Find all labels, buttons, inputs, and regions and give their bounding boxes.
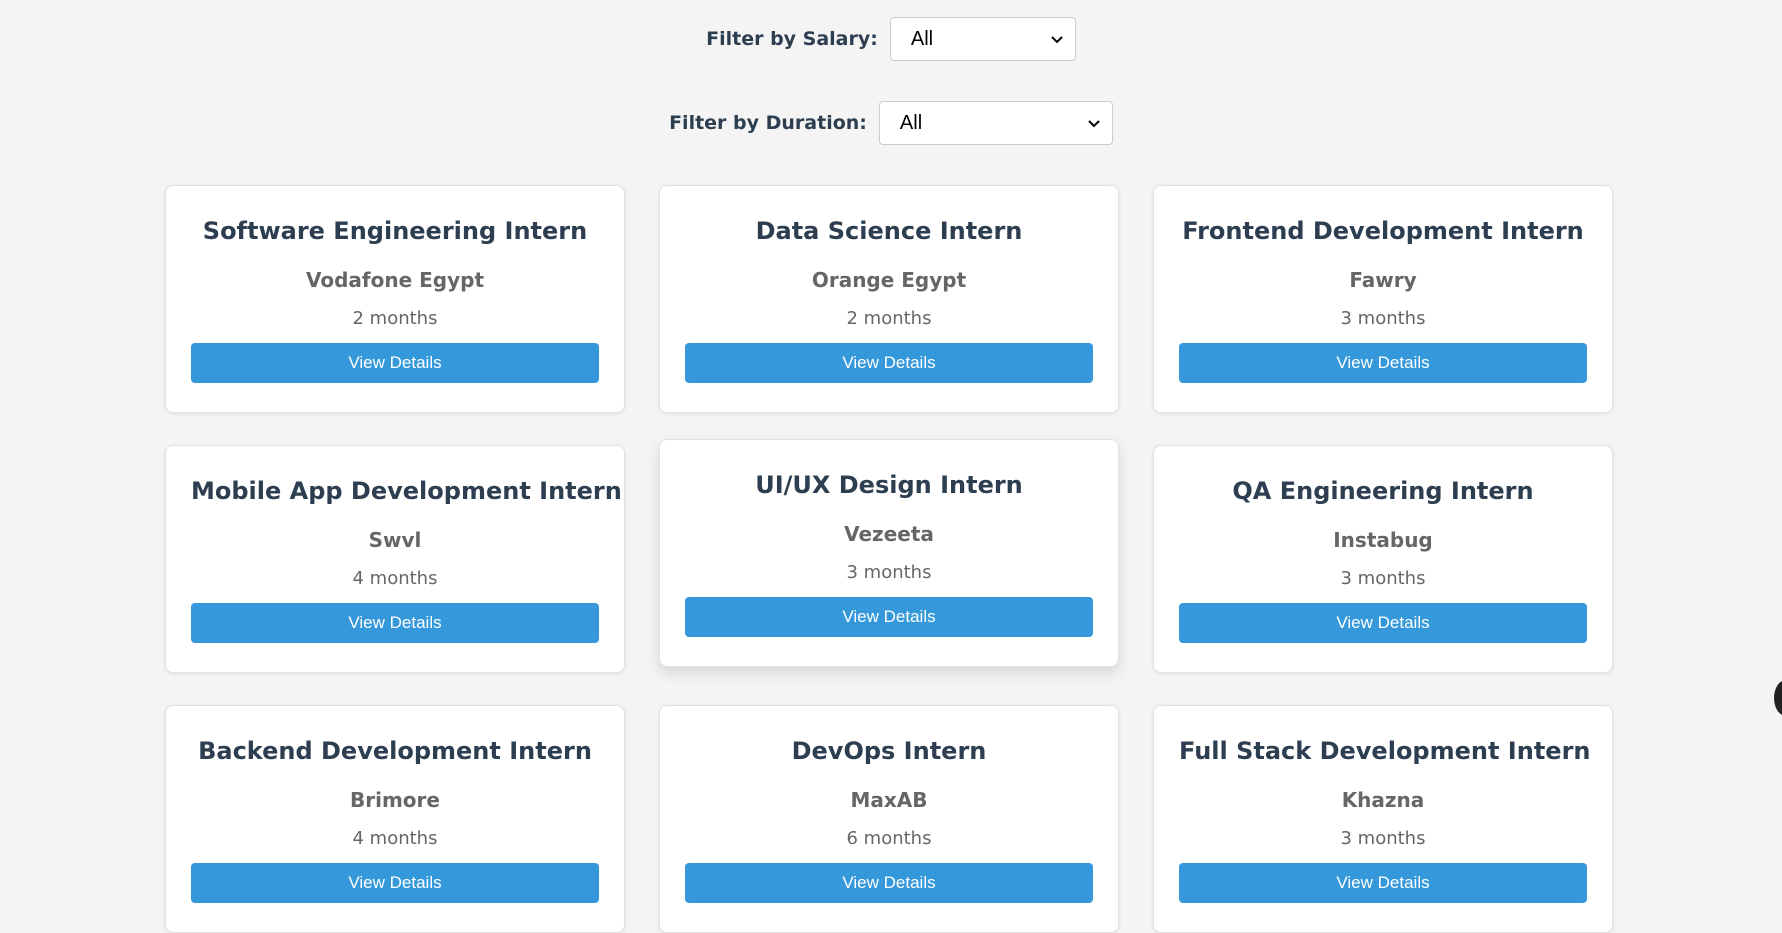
salary-select-value: All xyxy=(910,27,934,50)
internship-title: Mobile App Development Intern xyxy=(191,477,622,505)
view-details-button[interactable]: View Details xyxy=(191,603,599,643)
company-name: Khazna xyxy=(1341,788,1425,812)
internship-duration: 2 months xyxy=(352,308,438,329)
internship-duration: 3 months xyxy=(846,562,932,583)
internship-title: QA Engineering Intern xyxy=(1232,477,1534,505)
internship-duration: 2 months xyxy=(846,308,932,329)
internship-card: Backend Development Intern Brimore 4 mon… xyxy=(165,705,625,933)
view-details-button[interactable]: View Details xyxy=(1179,603,1587,643)
duration-select[interactable]: All xyxy=(878,101,1113,145)
internship-duration: 4 months xyxy=(352,828,438,849)
view-details-button[interactable]: View Details xyxy=(191,863,599,903)
internship-duration: 3 months xyxy=(1340,568,1426,589)
duration-filter-label: Filter by Duration: xyxy=(669,112,867,134)
salary-filter: Filter by Salary: All xyxy=(0,17,1782,61)
duration-select-value: All xyxy=(899,111,923,134)
company-name: Instabug xyxy=(1333,528,1433,552)
internship-card: Software Engineering Intern Vodafone Egy… xyxy=(165,185,625,413)
company-name: Fawry xyxy=(1349,268,1417,292)
chevron-down-icon xyxy=(1088,120,1100,128)
internship-card: Mobile App Development Intern Swvl 4 mon… xyxy=(165,445,625,673)
internship-card: DevOps Intern MaxAB 6 months View Detail… xyxy=(659,705,1119,933)
salary-select[interactable]: All xyxy=(889,17,1076,61)
view-details-button[interactable]: View Details xyxy=(685,597,1093,637)
floating-widget-handle[interactable] xyxy=(1774,680,1782,716)
internship-card: Full Stack Development Intern Khazna 3 m… xyxy=(1153,705,1613,933)
company-name: Orange Egypt xyxy=(811,268,967,292)
internship-card: Data Science Intern Orange Egypt 2 month… xyxy=(659,185,1119,413)
view-details-button[interactable]: View Details xyxy=(1179,863,1587,903)
internship-card: QA Engineering Intern Instabug 3 months … xyxy=(1153,445,1613,673)
internship-title: UI/UX Design Intern xyxy=(755,471,1023,499)
view-details-button[interactable]: View Details xyxy=(1179,343,1587,383)
internship-duration: 3 months xyxy=(1340,308,1426,329)
view-details-button[interactable]: View Details xyxy=(685,343,1093,383)
internship-title: Full Stack Development Intern xyxy=(1179,737,1591,765)
internship-grid: Software Engineering Intern Vodafone Egy… xyxy=(165,185,1613,933)
internship-duration: 4 months xyxy=(352,568,438,589)
chevron-down-icon xyxy=(1051,36,1063,44)
company-name: Brimore xyxy=(350,788,440,812)
company-name: Vezeeta xyxy=(844,522,934,546)
view-details-button[interactable]: View Details xyxy=(685,863,1093,903)
salary-filter-label: Filter by Salary: xyxy=(706,28,878,50)
internship-title: DevOps Intern xyxy=(791,737,987,765)
company-name: Swvl xyxy=(368,528,422,552)
internship-title: Backend Development Intern xyxy=(198,737,592,765)
internship-title: Frontend Development Intern xyxy=(1182,217,1584,245)
internship-card-hovered: UI/UX Design Intern Vezeeta 3 months Vie… xyxy=(659,439,1119,667)
internship-title: Software Engineering Intern xyxy=(202,217,588,245)
internship-card: Frontend Development Intern Fawry 3 mont… xyxy=(1153,185,1613,413)
company-name: MaxAB xyxy=(850,788,928,812)
internship-duration: 6 months xyxy=(846,828,932,849)
company-name: Vodafone Egypt xyxy=(305,268,485,292)
view-details-button[interactable]: View Details xyxy=(191,343,599,383)
duration-filter: Filter by Duration: All xyxy=(0,101,1782,145)
internship-title: Data Science Intern xyxy=(755,217,1023,245)
internship-duration: 3 months xyxy=(1340,828,1426,849)
